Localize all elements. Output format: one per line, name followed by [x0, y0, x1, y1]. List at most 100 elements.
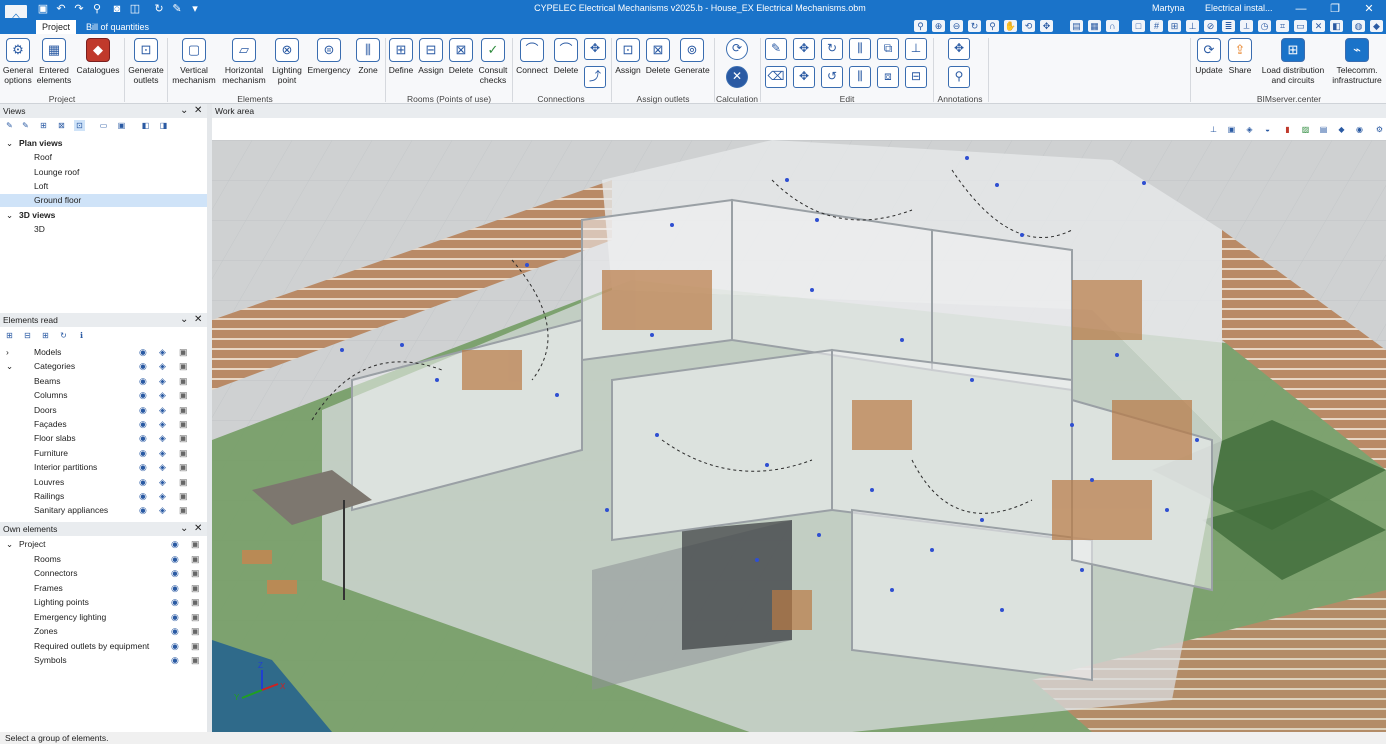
lock-icon[interactable]: ▣ [179, 476, 188, 489]
close-icon[interactable]: ✕ [194, 313, 202, 327]
lock-icon[interactable]: ▣ [191, 538, 200, 551]
refresh-icon[interactable]: ↻ [58, 330, 69, 341]
copy-move-icon[interactable]: ✥ [793, 66, 815, 88]
project-item[interactable]: Project [19, 538, 45, 551]
undo-icon[interactable]: ↶ [54, 2, 68, 16]
layers-icon[interactable]: ▤ [1318, 124, 1329, 135]
lock-icon[interactable]: ▣ [179, 418, 188, 431]
category-beams[interactable]: Beams [34, 375, 60, 388]
annotation-move-icon[interactable]: ✥ [948, 38, 970, 60]
close-icon[interactable]: ✕ [194, 104, 202, 118]
new-view-icon[interactable]: ✎ [4, 120, 15, 131]
info-icon[interactable]: ℹ [76, 330, 87, 341]
settings-icon[interactable]: ◆ [1370, 20, 1383, 32]
view-ground-floor[interactable]: Ground floor [0, 194, 207, 207]
lock-icon[interactable]: ▣ [179, 461, 188, 474]
ortho-icon[interactable]: ⊥ [1186, 20, 1199, 32]
close-button[interactable]: ✕ [1352, 0, 1386, 18]
own-rooms[interactable]: Rooms [34, 553, 61, 566]
category-louvres[interactable]: Louvres [34, 476, 64, 489]
annotation-search-icon[interactable]: ⚲ [948, 66, 970, 88]
category-doors[interactable]: Doors [34, 404, 57, 417]
lock-icon[interactable]: ▣ [191, 567, 200, 580]
properties-icon[interactable]: ◈ [159, 461, 166, 474]
array-icon[interactable]: ⧈ [877, 66, 899, 88]
collapse-icon[interactable]: ⌄ [180, 104, 188, 118]
window-icon[interactable]: ▭ [98, 120, 109, 131]
eye-icon[interactable]: ◉ [139, 490, 147, 503]
own-lighting-points[interactable]: Lighting points [34, 596, 89, 609]
eye-icon[interactable]: ◉ [171, 596, 179, 609]
telecomm-button[interactable]: ⌁ Telecomm. infrastructure [1330, 38, 1384, 85]
category-railings[interactable]: Railings [34, 490, 64, 503]
tag-icon[interactable]: ⌗ [1276, 20, 1289, 32]
horizontal-mechanism-button[interactable]: ▱ Horizontal mechanism [220, 38, 268, 85]
zoom-all-icon[interactable]: ⊕ [932, 20, 945, 32]
clock-icon[interactable]: ◷ [1258, 20, 1271, 32]
tree-expand-icon[interactable]: ⌄ [6, 360, 13, 373]
eye-icon[interactable]: ◉ [139, 461, 147, 474]
generate-assign-button[interactable]: ⊚ Generate [674, 38, 710, 75]
red-layer-icon[interactable]: ▮ [1282, 124, 1293, 135]
eye-icon[interactable]: ◉ [171, 640, 179, 653]
share-button[interactable]: ⇪ Share [1226, 38, 1254, 75]
view-loft[interactable]: Loft [34, 180, 48, 193]
camera-icon[interactable]: ◙ [110, 2, 124, 16]
eye-icon[interactable]: ◉ [139, 404, 147, 417]
lock-icon[interactable]: ▣ [179, 375, 188, 388]
properties-icon[interactable]: ◈ [159, 476, 166, 489]
green-layer-icon[interactable]: ▨ [1300, 124, 1311, 135]
properties-icon[interactable]: ◈ [159, 447, 166, 460]
rotate-icon[interactable]: ↻ [821, 38, 843, 60]
assign-room-button[interactable]: ⊟ Assign [417, 38, 445, 75]
properties-icon[interactable]: ◈ [159, 375, 166, 388]
filter-icon[interactable]: ⊞ [40, 330, 51, 341]
category-columns[interactable]: Columns [34, 389, 68, 402]
lock-icon[interactable]: ▣ [191, 611, 200, 624]
active-view-icon[interactable]: ⊡ [74, 120, 85, 131]
globe-icon[interactable]: ◍ [1352, 20, 1365, 32]
magnet-icon[interactable]: ∩ [1106, 20, 1119, 32]
panel-icon[interactable]: ◧ [1330, 20, 1343, 32]
print-icon[interactable]: ◫ [128, 2, 142, 16]
minimize-button[interactable]: — [1284, 0, 1318, 18]
tree-expand-icon[interactable]: ⌄ [6, 538, 13, 551]
eye-icon[interactable]: ◉ [171, 611, 179, 624]
mirror-copy-icon[interactable]: ⫼ [849, 66, 871, 88]
zoom-window-icon[interactable]: ⚲ [914, 20, 927, 32]
tree-expand-icon[interactable]: ⌄ [6, 209, 13, 222]
generate-outlets-button[interactable]: ⊡ Generate outlets [127, 38, 165, 85]
tab-project[interactable]: Project [36, 20, 77, 34]
collapse-icon[interactable]: ⌄ [180, 522, 188, 536]
vertical-mechanism-button[interactable]: ▢ Vertical mechanism [170, 38, 218, 85]
rotate-copy-icon[interactable]: ↺ [821, 66, 843, 88]
settings-icon[interactable]: ⚙ [1374, 124, 1385, 135]
3d-views-group[interactable]: 3D views [19, 209, 55, 222]
next-icon[interactable]: ◨ [158, 120, 169, 131]
render-icon[interactable]: ◒ [1262, 124, 1273, 135]
axes-icon[interactable]: ⊥ [1208, 124, 1219, 135]
view-3d-icon[interactable]: ◈ [1244, 124, 1255, 135]
edit-connection-icon[interactable]: ⤴ [584, 66, 606, 88]
tree-expand-icon[interactable]: › [6, 346, 9, 359]
view-props-icon[interactable]: ⊞ [38, 120, 49, 131]
delete-connection-button[interactable]: ⌒ Delete [551, 38, 581, 75]
properties-icon[interactable]: ◈ [159, 404, 166, 417]
lighting-point-button[interactable]: ⊗ Lighting point [270, 38, 304, 85]
save-icon[interactable]: ▣ [36, 2, 50, 16]
consult-checks-button[interactable]: ✓ Consult checks [477, 38, 509, 85]
lock-icon[interactable]: ▣ [179, 404, 188, 417]
copy-icon[interactable]: ⧉ [877, 38, 899, 60]
grid-red-icon[interactable]: ▦ [1088, 20, 1101, 32]
edit-view-icon[interactable]: ✎ [20, 120, 31, 131]
view-roof[interactable]: Roof [34, 151, 52, 164]
polar-icon[interactable]: ⊘ [1204, 20, 1217, 32]
lock-icon[interactable]: ▣ [179, 346, 188, 359]
delete-room-button[interactable]: ⊠ Delete [447, 38, 475, 75]
properties-icon[interactable]: ◈ [159, 346, 166, 359]
delete-view-icon[interactable]: ⊠ [56, 120, 67, 131]
refresh-icon[interactable]: ↻ [152, 2, 166, 16]
lock-icon[interactable]: ▣ [179, 360, 188, 373]
layers-icon[interactable]: ▤ [1070, 20, 1083, 32]
lock-icon[interactable]: ▣ [191, 640, 200, 653]
